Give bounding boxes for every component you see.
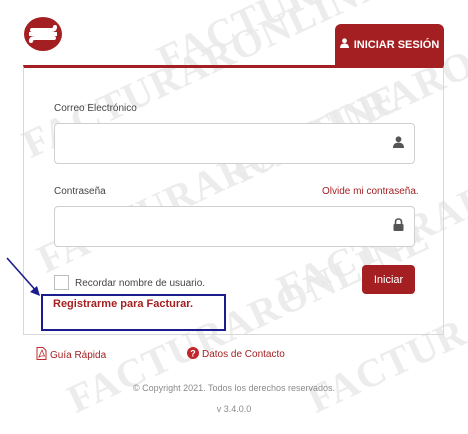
remember-label: Recordar nombre de usuario.	[75, 278, 206, 289]
version-text: v 3.4.0.0	[216, 404, 252, 414]
annotation-arrow-icon	[6, 257, 40, 296]
password-field[interactable]	[54, 206, 415, 247]
user-icon	[393, 135, 404, 153]
password-label: Contraseña	[54, 186, 106, 197]
email-field[interactable]	[54, 123, 415, 164]
email-label: Correo Electrónico	[54, 103, 137, 114]
help-icon: ?	[187, 347, 199, 362]
quick-guide-label: Guía Rápida	[50, 349, 107, 361]
login-button[interactable]: Iniciar	[362, 265, 415, 294]
quick-guide-link[interactable]: Guía Rápida	[36, 347, 106, 363]
user-icon	[339, 38, 349, 51]
copyright-text: © Copyright 2021. Todos los derechos res…	[132, 383, 336, 393]
lock-icon	[393, 217, 404, 236]
remember-checkbox[interactable]	[54, 275, 69, 290]
contact-label: Datos de Contacto	[202, 349, 285, 360]
tab-login-label: INICIAR SESIÓN	[353, 38, 440, 51]
tab-login[interactable]: INICIAR SESIÓN	[335, 24, 444, 65]
register-link[interactable]: Registrarme para Facturar.	[53, 298, 193, 310]
svg-text:?: ?	[190, 348, 196, 358]
contact-link[interactable]: ? Datos de Contacto	[187, 347, 285, 362]
pdf-icon	[36, 347, 47, 363]
forgot-password-link[interactable]: Olvide mi contraseña.	[322, 186, 419, 197]
facturar-online-logo	[23, 16, 63, 52]
